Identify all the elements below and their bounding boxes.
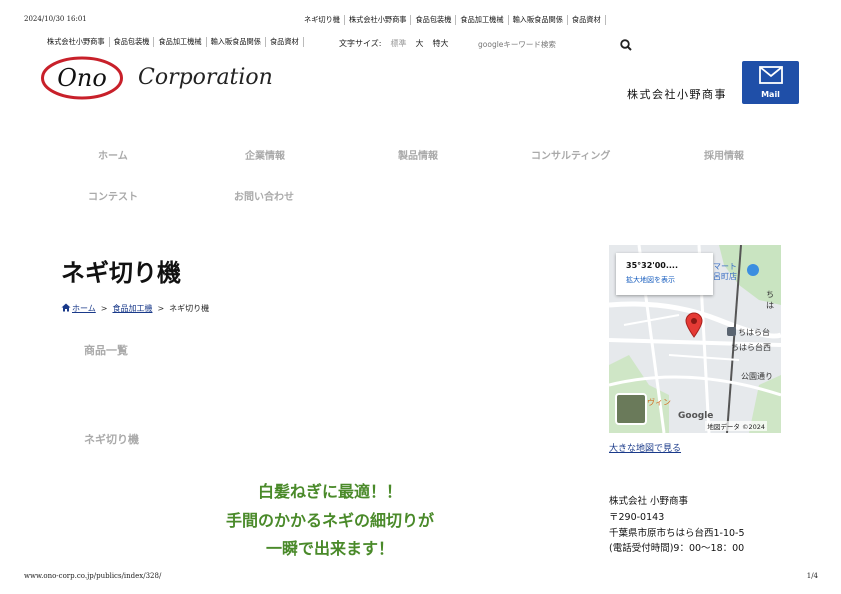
map-label-park: 公園通り [741,372,773,381]
map-label-town: 呂町店 [713,272,737,281]
font-size-standard[interactable]: 標準 [390,38,406,49]
map-enlarge-link[interactable]: 拡大地図を表示 [626,275,713,285]
font-size-large[interactable]: 大 [415,38,423,49]
sub-link-materials[interactable]: 食品資材 [266,37,304,47]
nav-consulting[interactable]: コンサルティング [531,147,610,162]
search-input[interactable] [478,39,608,49]
search-box [478,36,633,52]
print-datetime: 2024/10/30 16:01 [24,15,87,23]
top-links: ネギ切り機 株式会社小野商事 食品包装機 食品加工機械 輸入販食品関係 食品資材 [300,15,606,25]
top-link-materials[interactable]: 食品資材 [568,15,606,25]
top-link-import[interactable]: 輸入販食品関係 [509,15,568,25]
header-company-name: 株式会社小野商事 [627,88,727,101]
mail-icon [758,66,783,88]
logo-text-ono: Ono [57,64,107,92]
top-link-processing[interactable]: 食品加工機械 [456,15,509,25]
print-url: www.ono-corp.co.jp/publics/index/328/ [24,572,162,580]
nav-home[interactable]: ホーム [98,147,128,162]
map-label-chi: ちは [766,290,774,310]
page-title: ネギ切り機 [61,259,181,287]
map-label-chiharadai: ちはら台 [738,328,770,337]
section-product-name: ネギ切り機 [84,433,139,446]
address-company-name: 株式会社 小野商事 [609,496,689,507]
logo[interactable]: Ono Corporation [41,55,273,101]
sub-link-import[interactable]: 輸入販食品関係 [207,37,266,47]
breadcrumb-home[interactable]: ホーム [72,303,96,314]
catch-line-2: 手間のかかるネギの細切りが [225,510,434,530]
map-coordinates: 35°32'00.... [626,261,679,270]
font-size-switcher: 文字サイズ: 標準 大 特大 [339,38,448,49]
breadcrumb: ホーム > 食品加工機 > ネギ切り機 [61,303,209,314]
map-info-card: 35°32'00.... 拡大地図を表示 [616,253,713,295]
nav-products[interactable]: 製品情報 [398,147,438,162]
google-logo: Google [678,411,714,421]
map-label-vine: ヴィン [647,398,671,407]
address-hours: (電話受付時間)9：00〜18：00 [609,543,745,555]
top-link-packaging[interactable]: 食品包装機 [411,15,457,25]
map-pin-icon[interactable] [685,312,703,342]
catch-copy: 白髪ねぎに最適！！ 手間のかかるネギの細切りが 一瞬で出来ます！ [190,478,470,564]
sub-links: 株式会社小野商事 食品包装機 食品加工機械 輸入販食品関係 食品資材 [43,37,304,47]
breadcrumb-current: ネギ切り機 [169,304,210,313]
top-link-negi[interactable]: ネギ切り機 [300,15,345,25]
nav-company[interactable]: 企業情報 [245,147,285,162]
address-zip: 〒290-0143 [609,511,665,523]
font-size-extra-large[interactable]: 特大 [432,38,448,49]
breadcrumb-separator: > [100,304,108,313]
sub-link-packaging[interactable]: 食品包装機 [110,37,155,47]
mail-label: Mail [761,90,780,99]
breadcrumb-category[interactable]: 食品加工機 [112,303,152,314]
catch-line-1: 白髪ねぎに最適！！ [257,482,402,501]
map-label-chiharadai-nishi: ちはら台西 [731,343,771,352]
top-link-company[interactable]: 株式会社小野商事 [345,15,412,25]
address-street: 千葉県市原市ちはら台西1-10-5 [609,527,745,539]
nav-recruit[interactable]: 採用情報 [704,147,744,162]
nav-contest[interactable]: コンテスト [88,188,138,203]
nav-contact[interactable]: お問い合わせ [234,188,294,203]
embedded-map[interactable]: マート 呂町店 ちはら台 ちはら台西 公園通り ちは ヴィン 35°32'00.… [609,245,781,433]
mail-button[interactable]: Mail [742,61,799,104]
sub-link-processing[interactable]: 食品加工機械 [154,37,207,47]
search-icon[interactable] [619,37,633,51]
breadcrumb-separator: > [157,304,165,313]
print-page-number: 1/4 [806,572,818,580]
section-product-list: 商品一覧 [84,344,128,357]
logo-text-corporation: Corporation [138,65,273,90]
catch-line-3: 一瞬で出来ます！ [265,539,394,558]
font-size-label: 文字サイズ: [339,39,382,48]
big-map-link[interactable]: 大きな地図で見る [609,441,681,454]
company-address: 株式会社 小野商事 〒290-0143 千葉県市原市ちはら台西1-10-5 (電… [609,494,745,557]
home-icon[interactable] [61,303,71,314]
map-credit: 地図データ ©2024 [705,421,767,431]
sub-link-company[interactable]: 株式会社小野商事 [43,37,110,47]
